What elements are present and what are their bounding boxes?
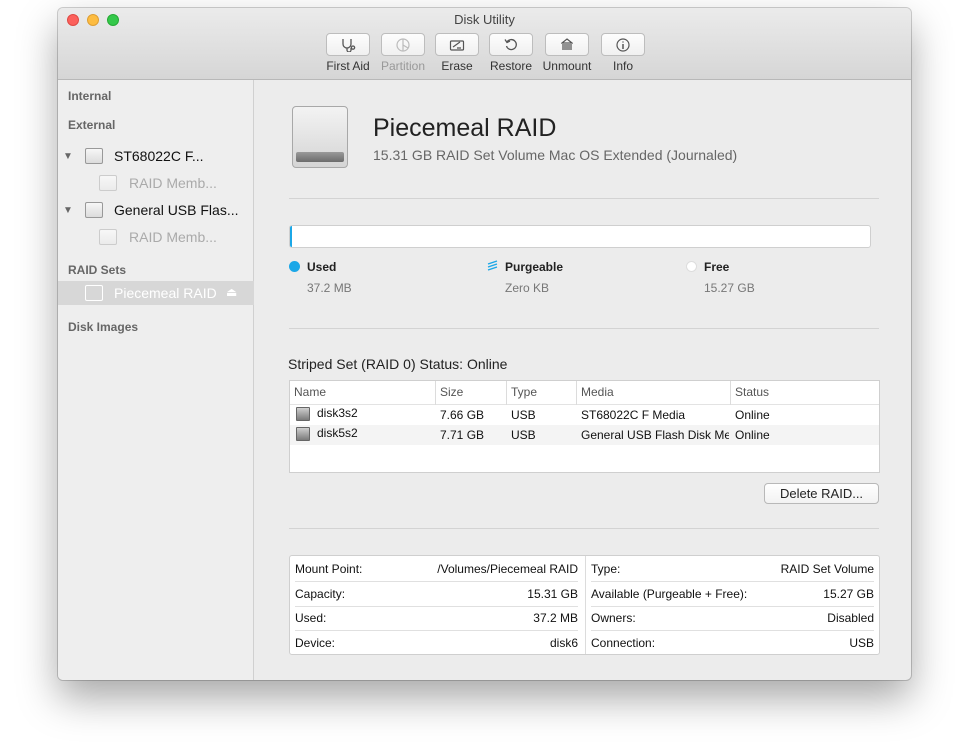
window-title: Disk Utility — [454, 12, 515, 27]
sidebar-item-raid-member-1[interactable]: RAID Memb... — [58, 171, 254, 195]
column-header-status[interactable]: Status — [731, 381, 879, 405]
sidebar-item-general-usb[interactable]: ▼ General USB Flas... — [58, 198, 254, 222]
main-panel: Piecemeal RAID 15.31 GB RAID Set Volume … — [255, 80, 911, 680]
drive-icon — [85, 148, 103, 164]
info-divider — [585, 556, 586, 654]
partition-icon — [381, 33, 425, 56]
restore-icon — [489, 33, 533, 56]
disclosure-triangle-icon[interactable]: ▼ — [63, 151, 73, 162]
drive-icon — [296, 427, 310, 441]
info-mount-point: Mount Point: /Volumes/Piecemeal RAID — [295, 562, 578, 576]
sidebar-section-internal: Internal — [68, 89, 112, 103]
info-used: Used: 37.2 MB — [295, 611, 578, 625]
stethoscope-icon — [326, 33, 370, 56]
disk-utility-window: Disk Utility First Aid Partition Erase R… — [58, 8, 911, 680]
usage-bar-used-fill — [290, 226, 292, 247]
info-connection: Connection: USB — [591, 636, 874, 650]
info-panel: Mount Point: /Volumes/Piecemeal RAID Cap… — [289, 555, 880, 655]
unmount-icon — [545, 33, 589, 56]
table-row[interactable]: disk3s2 7.66 GB USB ST68022C F Media Onl… — [290, 405, 879, 425]
sidebar-section-raid-sets: RAID Sets — [68, 263, 127, 277]
drive-icon — [85, 202, 103, 218]
raid-drive-icon — [85, 285, 103, 301]
free-dot-icon — [686, 261, 697, 272]
disclosure-triangle-icon[interactable]: ▼ — [63, 205, 73, 216]
purgeable-stripes-icon — [487, 260, 498, 274]
column-header-size[interactable]: Size — [436, 381, 507, 405]
raid-status: Striped Set (RAID 0) Status: Online — [288, 356, 508, 372]
drive-icon — [296, 407, 310, 421]
raid-members-table: Name Size Type Media Status disk3s2 7.66… — [289, 380, 880, 473]
delete-raid-button[interactable]: Delete RAID... — [764, 483, 879, 504]
info-icon — [601, 33, 645, 56]
sidebar-section-external: External — [68, 118, 116, 132]
info-device: Device: disk6 — [295, 636, 578, 650]
info-available: Available (Purgeable + Free): 15.27 GB — [591, 587, 874, 601]
used-dot-icon — [289, 261, 300, 272]
usage-bar — [289, 225, 871, 248]
sidebar-item-piecemeal-raid[interactable]: Piecemeal RAID ⏏ — [58, 281, 254, 305]
sidebar-item-raid-member-2[interactable]: RAID Memb... — [58, 225, 254, 249]
sidebar-item-st68022c[interactable]: ▼ ST68022C F... — [58, 144, 254, 168]
column-header-media[interactable]: Media — [577, 381, 731, 405]
restore-button[interactable]: Restore — [488, 33, 534, 73]
volume-title: Piecemeal RAID — [373, 114, 557, 142]
table-row[interactable]: disk5s2 7.71 GB USB General USB Flash Di… — [290, 425, 879, 445]
separator — [289, 198, 879, 199]
eject-icon[interactable]: ⏏ — [226, 285, 237, 299]
separator — [289, 528, 879, 529]
volume-subtitle: 15.31 GB RAID Set Volume Mac OS Extended… — [373, 147, 738, 163]
sidebar-section-disk-images: Disk Images — [68, 320, 139, 334]
sidebar: Internal External ▼ ST68022C F... RAID M… — [58, 80, 254, 680]
info-capacity: Capacity: 15.31 GB — [295, 587, 578, 601]
separator — [289, 328, 879, 329]
drive-icon — [99, 175, 117, 191]
info-type: Type: RAID Set Volume — [591, 562, 874, 576]
column-header-name[interactable]: Name — [290, 381, 436, 405]
drive-icon — [99, 229, 117, 245]
column-header-type[interactable]: Type — [507, 381, 577, 405]
volume-drive-icon — [292, 106, 348, 168]
table-row-empty — [290, 445, 879, 465]
info-button[interactable]: Info — [600, 33, 646, 73]
info-owners: Owners: Disabled — [591, 611, 874, 625]
titlebar: Disk Utility First Aid Partition Erase R… — [58, 8, 911, 80]
table-header: Name Size Type Media Status — [290, 381, 879, 405]
erase-icon — [435, 33, 479, 56]
unmount-button[interactable]: Unmount — [543, 33, 591, 73]
